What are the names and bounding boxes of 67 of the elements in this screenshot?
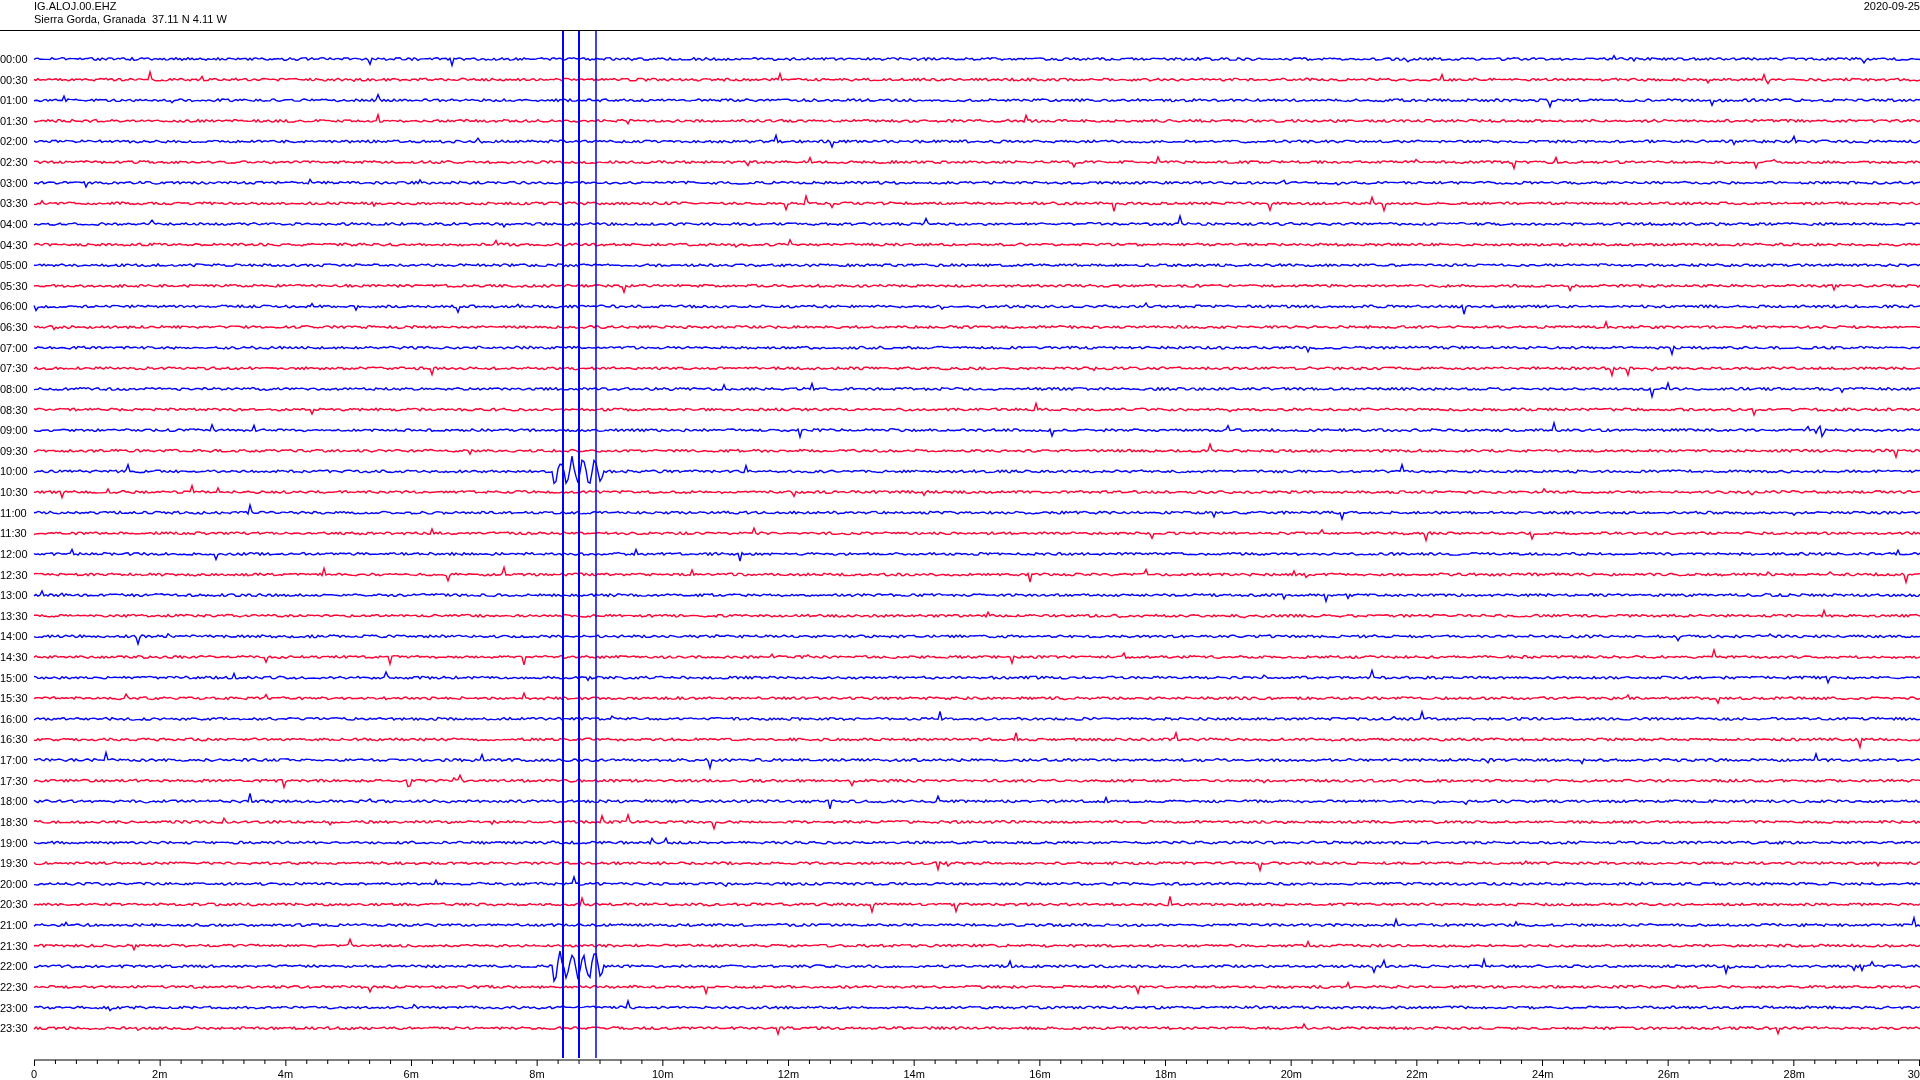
time-label: 06:00 [0,300,28,313]
time-label: 17:30 [0,774,28,787]
time-label: 10:30 [0,486,28,498]
time-label: 21:00 [0,919,28,932]
time-label: 10:00 [0,465,28,478]
axis-tick-label: 22m [1406,1068,1428,1079]
time-label: 00:30 [0,73,28,86]
time-label: 02:30 [0,156,28,169]
axis-tick-label: 0 [31,1068,38,1079]
axis-tick-label: 18m [1154,1068,1177,1079]
axis-tick-label: 14m [903,1068,925,1079]
axis-tick-label: 12m [777,1068,800,1079]
axis-tick-label: 4m [277,1068,294,1079]
time-label: 05:00 [0,259,28,272]
time-label: 22:30 [0,980,28,993]
time-label: 09:30 [0,444,28,457]
time-label: 22:00 [0,960,28,973]
station-code: IG.ALOJ.00.EHZ [34,0,118,13]
axis-tick-label: 6m [403,1068,419,1079]
time-label: 11:30 [0,527,27,540]
time-label: 20:30 [0,898,28,911]
time-label: 03:00 [0,176,28,189]
time-label: 13:30 [0,609,28,622]
axis-tick-label: 8m [529,1068,545,1079]
time-label: 16:00 [0,712,28,725]
time-label: 11:00 [0,506,27,519]
axis-tick-label: 16m [1029,1068,1051,1079]
time-label: 06:30 [0,321,28,334]
axis-tick-label: 10m [651,1068,674,1079]
time-label: 08:00 [0,382,28,395]
time-label: 03:30 [0,197,28,210]
time-label: 17:00 [0,754,28,767]
time-label: 18:30 [0,815,28,828]
time-label: 19:30 [0,857,28,870]
time-label: 16:30 [0,733,28,746]
axis-tick-label: 20m [1280,1068,1303,1079]
time-label: 20:00 [0,877,28,890]
time-label: 01:30 [0,114,28,127]
time-label: 00:00 [0,53,28,65]
station-location: Sierra Gorda, Granada 37.11 N 4.11 W [34,13,227,26]
time-label: 04:00 [0,217,28,230]
axis-tick-label: 2m [152,1068,168,1079]
axis-tick-label: 30 [1907,1068,1920,1079]
time-label: 04:30 [0,238,28,251]
time-label: 15:00 [0,671,28,684]
time-label: 05:30 [0,279,28,292]
time-label: 14:30 [0,651,28,663]
axis-tick-label: 24m [1532,1068,1554,1079]
axis-tick-label: 26m [1657,1068,1680,1079]
time-label: 12:00 [0,547,28,560]
time-label: 23:00 [0,1001,28,1014]
time-label: 23:30 [0,1022,28,1035]
time-label: 02:00 [0,135,28,148]
time-label: 15:30 [0,692,28,705]
time-label: 14:00 [0,630,28,643]
time-label: 19:00 [0,836,28,849]
time-label: 07:00 [0,341,28,354]
time-label: 07:30 [0,362,28,375]
time-label: 01:00 [0,94,28,107]
time-label: 12:30 [0,568,28,581]
time-label: 09:00 [0,424,28,437]
time-label: 13:00 [0,589,28,602]
time-label: 21:30 [0,939,28,952]
axis-tick-label: 28m [1783,1068,1805,1079]
time-label: 08:30 [0,403,28,416]
plot-date: 2020-09-25 [1863,0,1920,14]
time-label: 18:00 [0,795,28,808]
